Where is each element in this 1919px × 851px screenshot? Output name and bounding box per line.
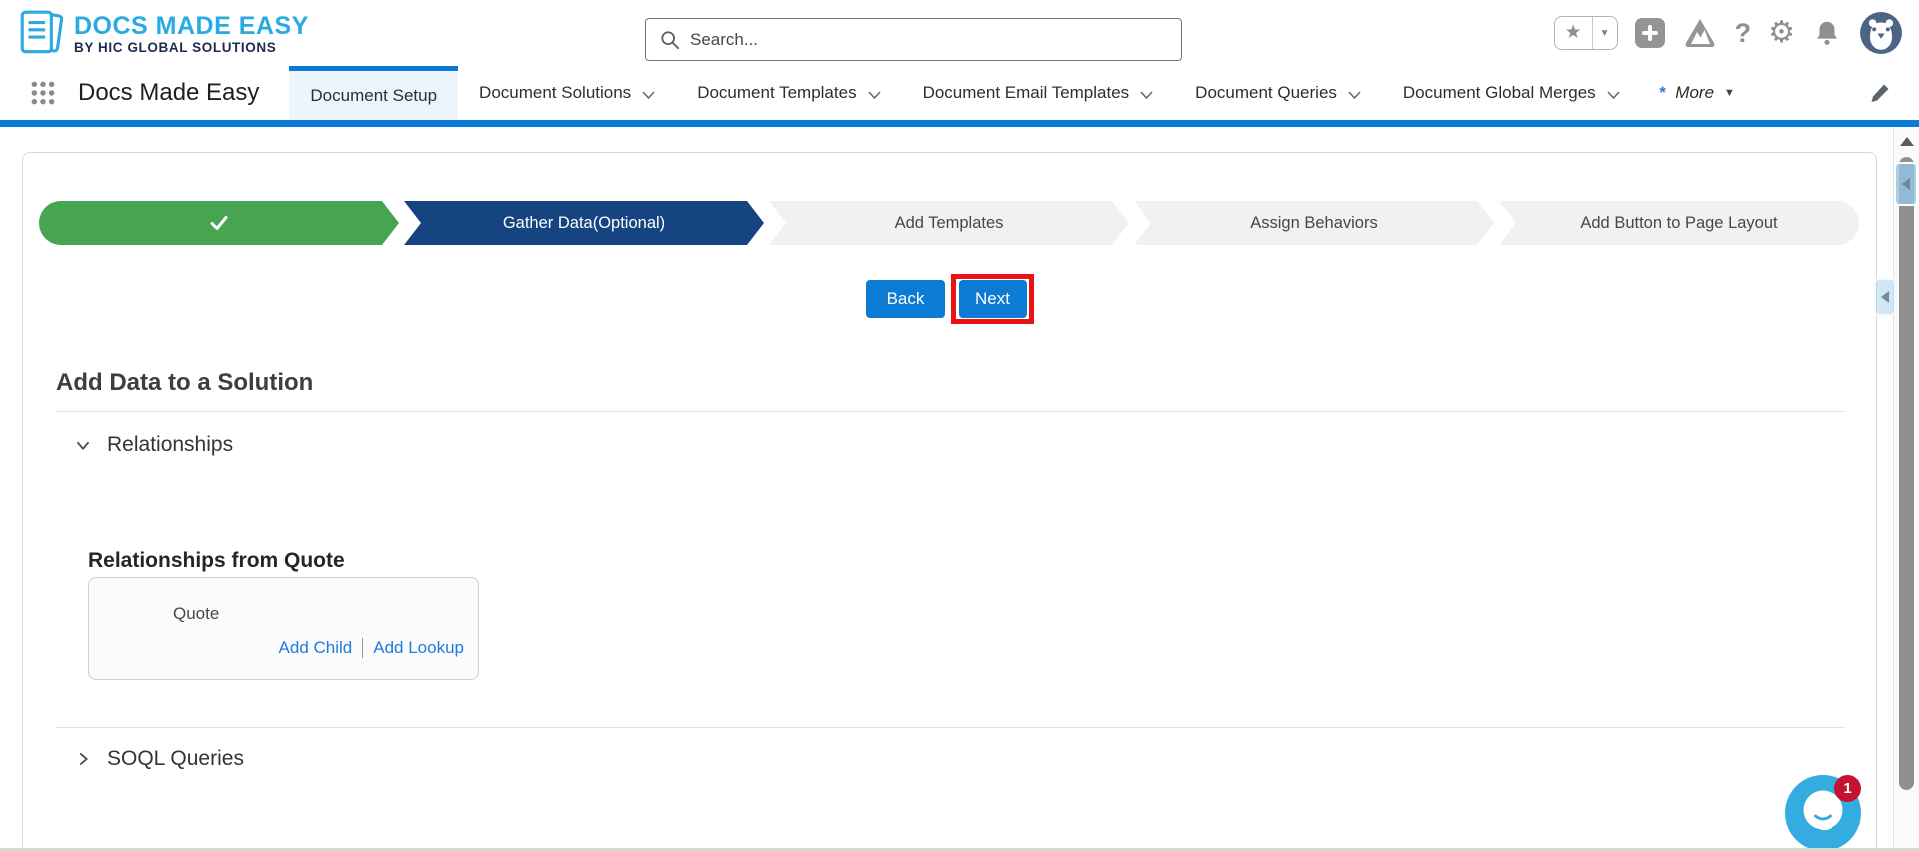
path-stage-add-templates[interactable]: Add Templates — [769, 201, 1129, 245]
main-content: Gather Data(Optional) Add Templates Assi… — [0, 127, 1919, 851]
tab-document-global-merges[interactable]: Document Global Merges — [1382, 66, 1641, 120]
logo-subtitle: BY HIC GLOBAL SOLUTIONS — [74, 40, 277, 56]
chevron-down-icon — [867, 90, 881, 99]
divider — [56, 411, 1845, 412]
edit-nav-pencil-icon[interactable] — [1869, 82, 1891, 104]
avatar-bear-icon — [1860, 12, 1902, 54]
arrow-left-icon — [1902, 178, 1910, 190]
path-stage-add-button[interactable]: Add Button to Page Layout — [1499, 201, 1859, 245]
relationship-node-quote: Quote Add Child Add Lookup — [88, 577, 479, 680]
tab-more[interactable]: * More ▼ — [1641, 66, 1753, 120]
back-button[interactable]: Back — [866, 280, 945, 318]
chevron-down-icon — [1140, 90, 1153, 99]
app-name: Docs Made Easy — [78, 79, 260, 106]
relationships-from-quote-heading: Relationships from Quote — [88, 549, 345, 572]
app-launcher-icon[interactable] — [30, 80, 56, 106]
notifications-bell-icon[interactable] — [1812, 18, 1842, 48]
panel-collapse-handle[interactable] — [1874, 278, 1896, 316]
scrollbar[interactable] — [1893, 127, 1919, 851]
panel-collapse-handle[interactable] — [1894, 162, 1918, 206]
add-lookup-link[interactable]: Add Lookup — [373, 638, 464, 658]
tab-document-queries[interactable]: Document Queries — [1174, 66, 1382, 120]
global-search[interactable] — [645, 18, 1182, 61]
tab-document-templates[interactable]: Document Templates — [676, 66, 901, 120]
search-input[interactable] — [690, 29, 1167, 50]
tab-document-setup[interactable]: Document Setup — [289, 66, 459, 120]
app-nav-bar: Docs Made Easy Document Setup Document S… — [0, 66, 1919, 120]
search-icon — [661, 30, 680, 49]
section-relationships[interactable]: Relationships — [72, 433, 233, 457]
user-avatar[interactable] — [1859, 11, 1903, 55]
global-header: DOCS MADE EASY BY HIC GLOBAL SOLUTIONS ★… — [0, 0, 1919, 66]
setup-gear-icon[interactable]: ⚙ — [1768, 18, 1795, 48]
chevron-right-icon[interactable] — [72, 748, 94, 770]
check-icon — [207, 211, 231, 235]
trailhead-icon[interactable] — [1682, 17, 1718, 49]
section-soql-queries[interactable]: SOQL Queries — [72, 747, 244, 771]
path-stage-assign-behaviors[interactable]: Assign Behaviors — [1134, 201, 1494, 245]
add-child-link[interactable]: Add Child — [279, 638, 353, 658]
chevron-down-icon[interactable] — [72, 434, 94, 456]
favorites-caret-icon[interactable]: ▼ — [1593, 28, 1617, 39]
divider — [56, 727, 1845, 728]
more-dropdown-icon: ▼ — [1724, 87, 1735, 99]
chat-unread-badge: 1 — [1834, 775, 1861, 802]
brand-logo: DOCS MADE EASY BY HIC GLOBAL SOLUTIONS — [18, 8, 309, 60]
page-title: Add Data to a Solution — [56, 369, 314, 396]
arrow-left-icon — [1881, 291, 1889, 303]
tab-document-solutions[interactable]: Document Solutions — [458, 66, 676, 120]
global-actions-plus-icon[interactable] — [1634, 18, 1665, 48]
app-window: DOCS MADE EASY BY HIC GLOBAL SOLUTIONS ★… — [0, 0, 1919, 851]
link-separator — [362, 638, 364, 658]
documents-logo-icon — [20, 10, 64, 54]
header-actions: ★ ▼ ? ⚙ — [1553, 0, 1903, 66]
chevron-down-icon — [642, 90, 655, 99]
path-stage-gather-data[interactable]: Gather Data(Optional) — [404, 201, 764, 245]
progress-path: Gather Data(Optional) Add Templates Assi… — [39, 201, 1859, 245]
setup-card: Gather Data(Optional) Add Templates Assi… — [22, 152, 1877, 851]
chevron-down-icon — [1607, 90, 1620, 99]
scrollbar-thumb[interactable] — [1899, 157, 1914, 790]
scroll-up-arrow[interactable] — [1900, 137, 1914, 146]
tab-document-email-templates[interactable]: Document Email Templates — [902, 66, 1175, 120]
logo-title: DOCS MADE EASY — [74, 11, 309, 40]
chevron-down-icon — [1348, 90, 1361, 99]
star-icon[interactable]: ★ — [1555, 17, 1592, 49]
favorites-button[interactable]: ★ ▼ — [1553, 16, 1618, 50]
path-stage-complete[interactable] — [39, 201, 399, 245]
help-icon[interactable]: ? — [1735, 18, 1752, 49]
next-button[interactable]: Next — [958, 280, 1027, 318]
red-annotation-box: Next — [951, 274, 1034, 324]
object-label: Quote — [173, 604, 220, 623]
brand-color-bar — [0, 120, 1919, 127]
